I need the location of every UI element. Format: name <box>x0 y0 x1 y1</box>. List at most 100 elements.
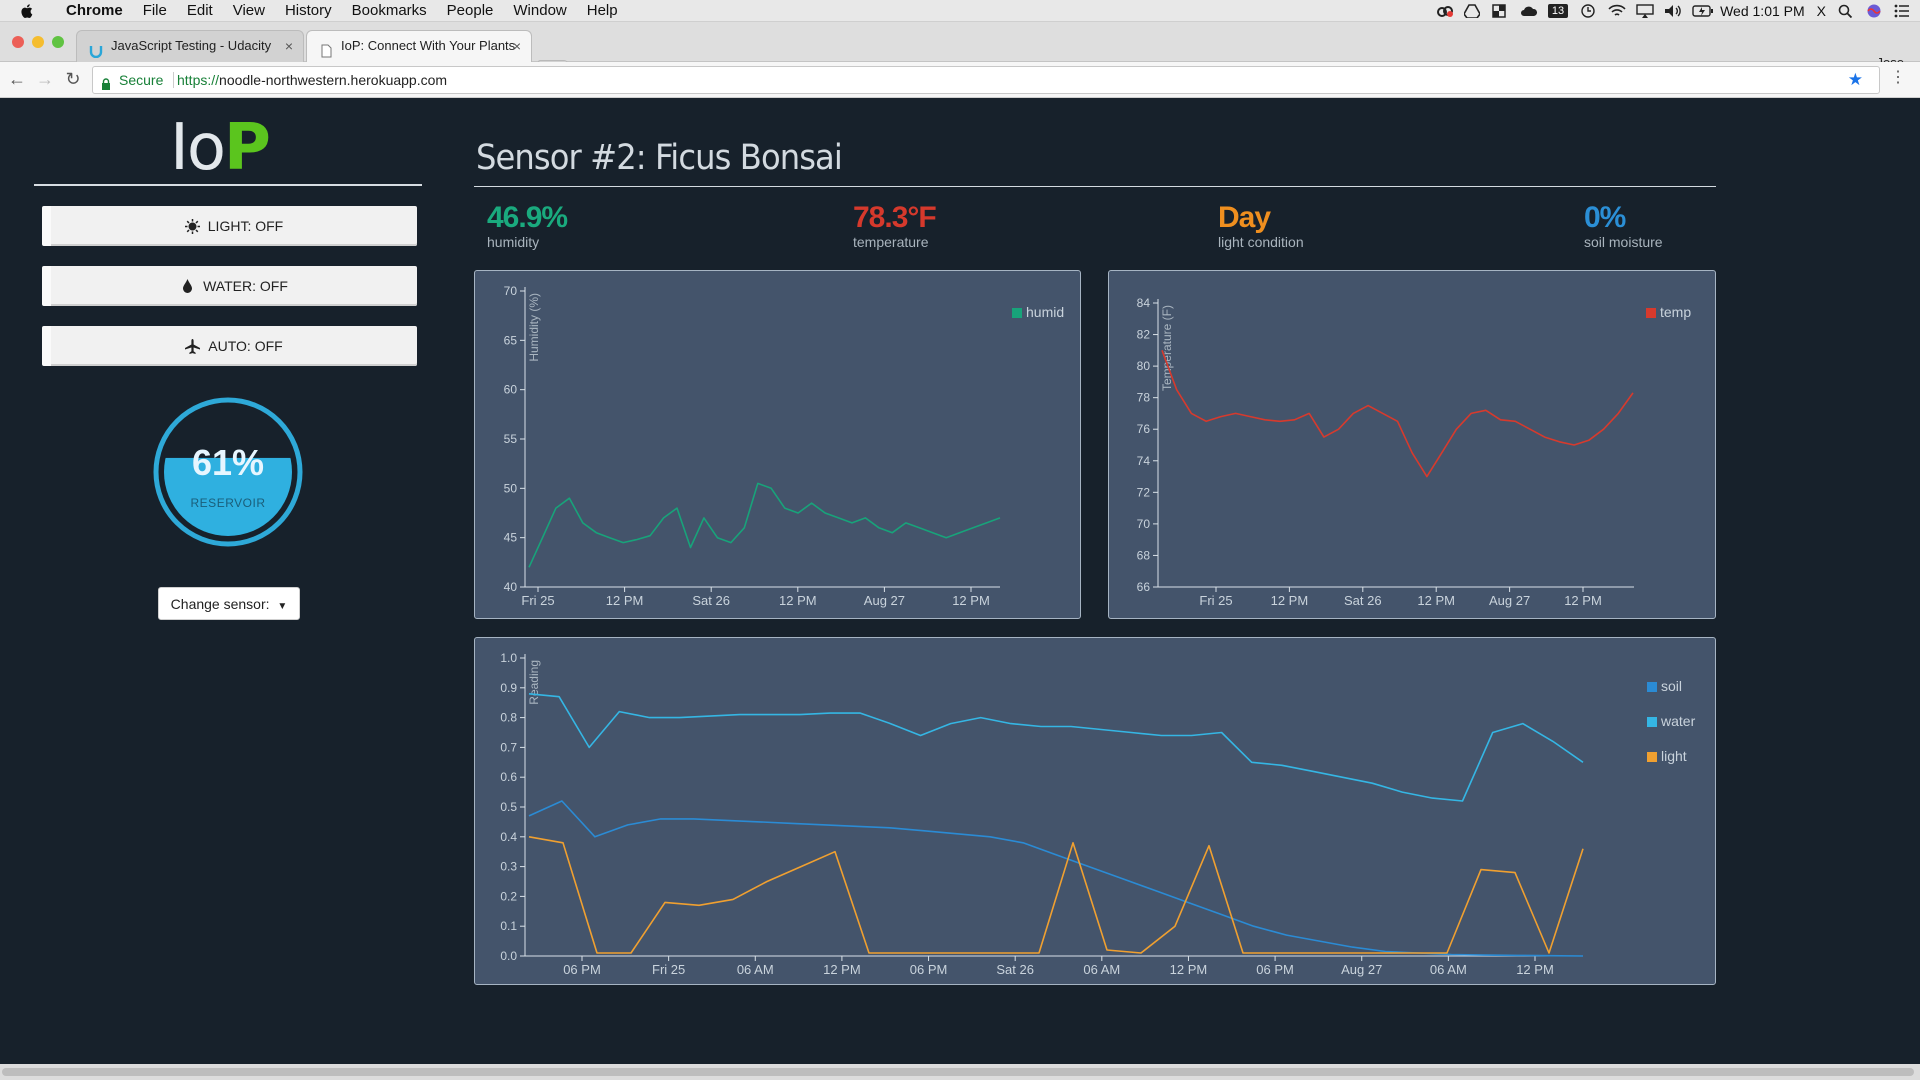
menu-app-chrome[interactable]: Chrome <box>66 2 123 19</box>
y-tick-label: 0.0 <box>500 949 517 963</box>
y-tick-label: 45 <box>504 531 518 545</box>
bookmark-star-icon[interactable]: ★ <box>1848 71 1863 89</box>
stat-label: humidity <box>487 234 540 250</box>
y-tick-label: 80 <box>1137 359 1151 373</box>
stat-temperature: 78.3°F temperature <box>853 202 937 251</box>
url-host: noodle-northwestern.herokuapp.com <box>219 72 448 88</box>
reload-icon[interactable]: ↻ <box>64 70 82 88</box>
menu-bookmarks[interactable]: Bookmarks <box>352 2 427 19</box>
menubar-clock[interactable]: Wed 1:01 PM <box>1720 3 1805 19</box>
menu-file[interactable]: File <box>143 2 167 19</box>
reservoir-value: 61% <box>191 442 265 483</box>
legend-label-humid: humid <box>1026 304 1064 320</box>
apple-icon[interactable] <box>20 3 38 19</box>
chrome-menu-icon[interactable]: ⋮ <box>1890 68 1906 88</box>
siri-icon[interactable] <box>1866 4 1882 18</box>
url-text[interactable]: https://noodle-northwestern.herokuapp.co… <box>177 67 447 93</box>
series-line-temp <box>1161 350 1634 478</box>
y-tick-label: 0.3 <box>500 860 517 874</box>
caret-down-icon: ▼ <box>277 601 288 612</box>
menubar-x-app[interactable]: X <box>1817 3 1826 19</box>
volume-icon[interactable] <box>1664 4 1681 18</box>
battery-icon[interactable] <box>1692 4 1714 18</box>
change-sensor-label: Change sensor: <box>170 596 270 612</box>
airplay-icon[interactable] <box>1636 4 1654 18</box>
y-axis-label: Humidity (%) <box>527 293 541 362</box>
spotlight-search-icon[interactable] <box>1838 4 1854 19</box>
y-tick-label: 50 <box>504 481 518 495</box>
x-tick-label: 12 PM <box>1564 593 1602 608</box>
address-bar[interactable]: Secure https://noodle-northwestern.herok… <box>92 66 1880 94</box>
menu-history[interactable]: History <box>285 2 332 19</box>
stat-label: soil moisture <box>1584 234 1663 250</box>
stat-soil-moisture: 0% soil moisture <box>1584 202 1663 251</box>
y-tick-label: 84 <box>1137 296 1151 310</box>
water-toggle-button[interactable]: WATER: OFF <box>42 266 417 306</box>
x-tick-label: 06 AM <box>737 962 774 977</box>
google-drive-icon[interactable] <box>1462 4 1481 19</box>
reservoir-label: RESERVOIR <box>190 496 266 510</box>
plane-icon <box>185 338 201 354</box>
macos-menubar: Chrome File Edit View History Bookmarks … <box>0 0 1920 22</box>
y-tick-label: 1.0 <box>500 651 517 665</box>
iop-logo[interactable]: IoP <box>170 116 271 180</box>
window-zoom-button[interactable] <box>52 36 64 48</box>
back-arrow-icon[interactable]: ← <box>8 70 26 88</box>
stat-humidity: 46.9% humidity <box>487 202 568 251</box>
x-tick-label: 12 PM <box>606 593 644 608</box>
y-tick-label: 0.9 <box>500 681 517 695</box>
cloud-icon[interactable] <box>1520 4 1537 18</box>
change-sensor-dropdown[interactable]: Change sensor: ▼ <box>158 587 300 620</box>
forward-arrow-icon[interactable]: → <box>36 70 54 88</box>
legend-swatch-soil <box>1647 682 1657 692</box>
menu-view[interactable]: View <box>233 2 265 19</box>
url-scheme: https:// <box>177 72 220 88</box>
temperature-chart: 66 68 70 72 74 76 78 80 82 84 Fri 25 12 PM Sat 26 12 … <box>1137 296 1692 608</box>
legend-swatch-temp <box>1646 308 1656 318</box>
window-minimize-button[interactable] <box>32 36 44 48</box>
stat-light: Day light condition <box>1218 202 1304 251</box>
series-line-water <box>528 693 1584 802</box>
x-tick-label: Aug 27 <box>1341 962 1382 977</box>
light-toggle-button[interactable]: LIGHT: OFF <box>42 206 417 246</box>
x-tick-label: Sat 26 <box>692 593 730 608</box>
x-tick-label: 06 AM <box>1083 962 1120 977</box>
x-tick-label: Fri 25 <box>1199 593 1232 608</box>
menu-people[interactable]: People <box>447 2 494 19</box>
legend-label-water: water <box>1660 713 1696 729</box>
menubar-status-area: 13 Wed 1:01 PM X <box>1436 0 1910 22</box>
window-close-button[interactable] <box>12 36 24 48</box>
legend-swatch-humid <box>1012 308 1022 318</box>
tab-close-icon[interactable]: × <box>513 31 521 61</box>
legend-label-light: light <box>1661 748 1687 764</box>
title-divider <box>474 186 1716 187</box>
y-tick-label: 0.6 <box>500 770 517 784</box>
tab-iop[interactable]: IoP: Connect With Your Plants × <box>306 30 532 62</box>
stat-label: light condition <box>1218 234 1304 250</box>
tab-close-icon[interactable]: × <box>285 31 293 61</box>
wifi-icon[interactable] <box>1608 4 1626 18</box>
time-machine-icon[interactable] <box>1580 4 1596 18</box>
legend-label-temp: temp <box>1660 304 1691 320</box>
y-axis-label: Reading <box>527 660 541 705</box>
scrollbar-thumb[interactable] <box>2 1068 1914 1076</box>
x-tick-label: 06 PM <box>563 962 601 977</box>
auto-toggle-button[interactable]: AUTO: OFF <box>42 326 417 366</box>
horizontal-scrollbar[interactable] <box>0 1064 1920 1080</box>
menu-help[interactable]: Help <box>587 2 618 19</box>
badge-count[interactable]: 13 <box>1547 4 1569 18</box>
creative-cloud-icon[interactable] <box>1436 4 1453 18</box>
window-manager-icon[interactable] <box>1492 4 1508 18</box>
humidity-chart: 40 45 50 55 60 65 70 Fri 25 12 PM Sat 26 12 PM Aug … <box>504 284 1065 608</box>
chrome-toolbar: ← → ↻ Secure https://noodle-northwestern… <box>0 62 1920 98</box>
y-tick-label: 0.2 <box>500 889 517 903</box>
menu-window[interactable]: Window <box>513 2 566 19</box>
y-tick-label: 0.7 <box>500 740 517 754</box>
series-line-humid <box>528 482 1001 568</box>
menu-edit[interactable]: Edit <box>187 2 213 19</box>
omnibox-divider <box>173 72 174 88</box>
x-tick-label: Fri 25 <box>652 962 685 977</box>
notification-center-icon[interactable] <box>1894 4 1910 18</box>
x-tick-label: Sat 26 <box>996 962 1034 977</box>
tab-udacity[interactable]: JavaScript Testing - Udacity × <box>76 30 304 62</box>
